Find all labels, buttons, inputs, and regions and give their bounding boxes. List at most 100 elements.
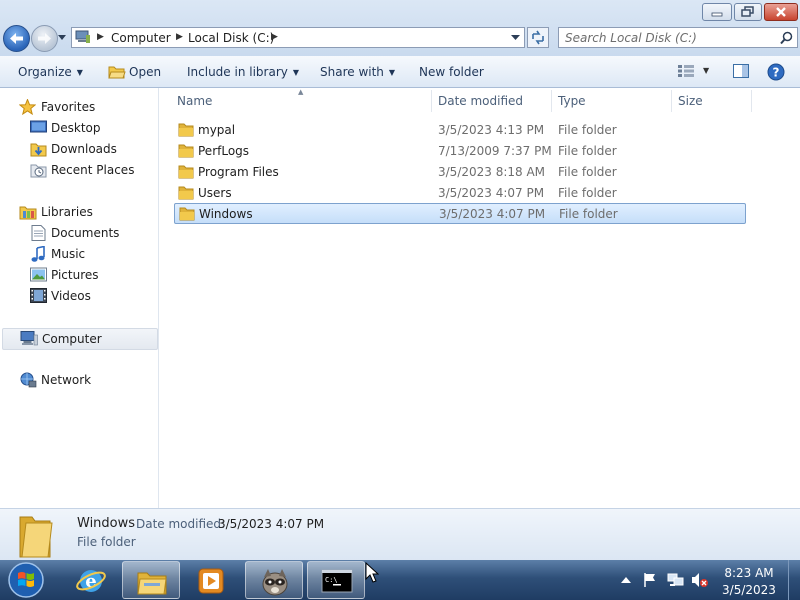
nav-videos-label: Videos: [51, 289, 91, 303]
media-player-icon: [198, 568, 224, 594]
back-button[interactable]: [3, 25, 30, 52]
include-in-library-button[interactable]: Include in library ▼: [187, 65, 299, 79]
column-header-type[interactable]: Type: [552, 88, 670, 112]
start-button[interactable]: [6, 561, 48, 599]
views-dropdown-icon[interactable]: ▼: [703, 66, 709, 75]
breadcrumb-separator-icon[interactable]: ▶: [271, 32, 278, 42]
address-history-dropdown-icon[interactable]: [511, 35, 520, 41]
help-icon[interactable]: ?: [767, 63, 785, 81]
file-type: File folder: [558, 186, 617, 200]
details-file-name: Windows: [77, 516, 136, 531]
taskbar-media-player[interactable]: [182, 561, 240, 599]
back-arrow-icon: [10, 33, 23, 44]
column-header-type-label: Type: [558, 94, 586, 108]
taskbar-raccoon-app[interactable]: [245, 561, 303, 599]
clock-time: 8:23 AM: [724, 566, 774, 580]
file-date: 7/13/2009 7:37 PM: [438, 144, 552, 158]
column-header-name-label: Name: [177, 94, 213, 108]
nav-favorites[interactable]: Favorites: [0, 98, 150, 116]
organize-label: Organize: [18, 65, 72, 79]
breadcrumb-local-disk[interactable]: Local Disk (C:): [188, 31, 274, 45]
chevron-down-icon: ▼: [292, 68, 300, 77]
star-icon: [19, 99, 36, 115]
search-icon[interactable]: [780, 31, 793, 45]
details-file-type: File folder: [77, 535, 136, 549]
search-box[interactable]: [558, 27, 798, 48]
breadcrumb-computer[interactable]: Computer: [111, 31, 171, 45]
recent-pages-dropdown-icon[interactable]: [58, 34, 67, 42]
refresh-button[interactable]: [527, 27, 549, 48]
file-row-program-files[interactable]: Program Files 3/5/2023 8:18 AM File fold…: [174, 162, 746, 182]
navigation-pane: Favorites Desktop Downloads Recent Place…: [0, 88, 159, 508]
views-icon[interactable]: [678, 65, 696, 77]
show-desktop-button[interactable]: [788, 560, 800, 600]
nav-computer[interactable]: Computer: [2, 328, 158, 350]
details-date-label: Date modified:: [136, 517, 226, 531]
search-input[interactable]: [565, 30, 765, 46]
column-header-date-modified[interactable]: Date modified: [432, 88, 550, 112]
desktop-icon: [30, 120, 47, 133]
nav-pictures-label: Pictures: [51, 268, 99, 282]
file-row-mypal[interactable]: mypal 3/5/2023 4:13 PM File folder: [174, 120, 746, 140]
nav-music-label: Music: [51, 247, 86, 261]
nav-documents[interactable]: Documents: [0, 224, 150, 242]
nav-pictures[interactable]: Pictures: [0, 266, 150, 284]
file-row-windows[interactable]: Windows 3/5/2023 4:07 PM File folder: [174, 203, 746, 224]
organize-menu-button[interactable]: Organize ▼: [18, 65, 83, 79]
maximize-button[interactable]: [734, 3, 762, 21]
column-divider[interactable]: [751, 90, 752, 112]
nav-computer-label: Computer: [42, 332, 102, 346]
restore-icon: [741, 6, 754, 17]
share-with-button[interactable]: Share with ▼: [320, 65, 395, 79]
volume-muted-icon[interactable]: [691, 572, 709, 588]
taskbar-clock[interactable]: 8:23 AM 3/5/2023: [716, 565, 782, 599]
show-hidden-icons-icon[interactable]: [621, 576, 631, 584]
forward-button[interactable]: [31, 25, 58, 52]
nav-recent-places[interactable]: Recent Places: [0, 161, 150, 179]
recent-places-icon: [30, 164, 47, 178]
nav-desktop-label: Desktop: [51, 121, 101, 135]
internet-explorer-icon: e: [76, 570, 106, 592]
nav-downloads-label: Downloads: [51, 142, 117, 156]
folder-icon: [178, 144, 194, 158]
taskbar-command-prompt[interactable]: C:\: [307, 561, 365, 599]
file-date: 3/5/2023 8:18 AM: [438, 165, 546, 179]
folder-icon: [178, 186, 194, 200]
new-folder-button[interactable]: New folder: [419, 65, 484, 79]
minimize-icon: [711, 12, 723, 17]
file-name: Windows: [199, 207, 253, 221]
address-bar[interactable]: ▶ Computer ▶ Local Disk (C:) ▶: [71, 27, 525, 48]
file-row-users[interactable]: Users 3/5/2023 4:07 PM File folder: [174, 183, 746, 203]
close-button[interactable]: [764, 3, 798, 21]
open-folder-icon: [108, 66, 126, 79]
nav-downloads[interactable]: Downloads: [0, 140, 150, 158]
column-header-size[interactable]: Size: [672, 88, 750, 112]
nav-recent-places-label: Recent Places: [51, 163, 135, 177]
taskbar-internet-explorer[interactable]: e: [62, 561, 120, 599]
nav-videos[interactable]: Videos: [0, 287, 150, 305]
file-row-perflogs[interactable]: PerfLogs 7/13/2009 7:37 PM File folder: [174, 141, 746, 161]
file-name: mypal: [198, 123, 236, 137]
column-header-size-label: Size: [678, 94, 703, 108]
downloads-folder-icon: [30, 143, 47, 157]
nav-network[interactable]: Network: [0, 371, 150, 389]
open-button[interactable]: Open: [129, 65, 161, 79]
preview-pane-icon[interactable]: [733, 64, 749, 78]
file-type: File folder: [558, 144, 617, 158]
column-header-date-label: Date modified: [438, 94, 524, 108]
breadcrumb-separator-icon[interactable]: ▶: [97, 32, 104, 42]
breadcrumb-separator-icon[interactable]: ▶: [176, 32, 183, 42]
nav-libraries[interactable]: Libraries: [0, 203, 150, 221]
clock-date: 3/5/2023: [722, 583, 776, 597]
nav-music[interactable]: Music: [0, 245, 150, 263]
action-center-flag-icon[interactable]: [642, 572, 658, 588]
nav-favorites-label: Favorites: [41, 100, 96, 114]
taskbar-windows-explorer[interactable]: [122, 561, 180, 599]
network-status-icon[interactable]: [667, 572, 685, 588]
nav-desktop[interactable]: Desktop: [0, 119, 150, 137]
forward-arrow-icon: [38, 33, 51, 44]
minimize-button[interactable]: [702, 3, 732, 21]
nav-network-label: Network: [41, 373, 92, 387]
music-note-icon: [31, 246, 45, 262]
nav-libraries-label: Libraries: [41, 205, 93, 219]
